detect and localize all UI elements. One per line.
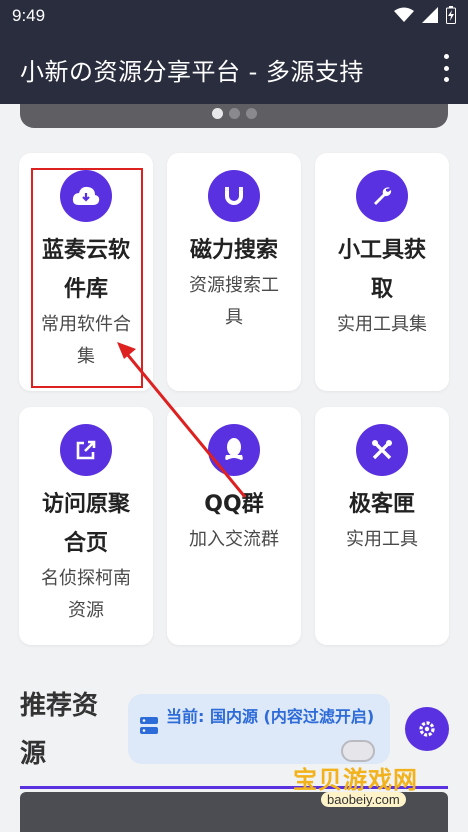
card-title: QQ群 [204,492,264,517]
card-magnet-search[interactable]: 磁力搜索 资源搜索工具 [167,153,301,391]
card-title: 访问原聚合页 [41,492,130,556]
carousel-dot[interactable] [245,108,257,119]
carousel-dot[interactable] [211,108,223,119]
card-title: 小工具获取 [337,238,426,302]
watermark-logo: 宝贝游戏网 baobeiy.com [293,738,443,818]
card-subtitle: 加入交流群 [189,529,279,550]
status-time: 9:49 [12,6,46,25]
qq-icon [208,424,260,476]
tools-icon [356,424,408,476]
card-subtitle: 资源搜索工具 [189,275,279,328]
source-label: 当前: 国内源 (内容过滤开启) [166,707,375,726]
magnet-icon [208,170,260,222]
app-bar: 小新の资源分享平台 - 多源支持 [0,32,468,104]
card-aggregate-page[interactable]: 访问原聚合页 名侦探柯南资源 [19,407,153,645]
server-icon [140,717,158,734]
external-link-icon [60,424,112,476]
gamepad-icon [341,740,375,762]
status-bar: 9:49 [0,0,468,32]
card-subtitle: 名侦探柯南资源 [41,568,131,621]
card-tools[interactable]: 小工具获取 实用工具集 [315,153,449,391]
battery-icon [446,6,456,24]
card-qq-group[interactable]: QQ群 加入交流群 [167,407,301,645]
carousel-indicator [20,108,448,119]
status-icons [394,6,456,24]
gear-icon [419,721,435,737]
banner-carousel[interactable] [20,104,448,128]
card-title: 极客匣 [348,492,415,517]
carousel-dot[interactable] [228,108,240,119]
card-geek-box[interactable]: 极客匣 实用工具 [315,407,449,645]
card-title: 磁力搜索 [189,238,278,263]
more-vert-icon[interactable] [440,54,452,82]
card-subtitle: 实用工具 [346,529,418,550]
card-subtitle: 实用工具集 [337,314,427,335]
annotation-highlight-box [31,168,143,388]
wifi-icon [394,7,414,22]
wrench-icon [356,170,408,222]
watermark-url: baobeiy.com [321,792,406,807]
section-title-recommend: 推荐资源 [20,691,99,769]
watermark-text: 宝贝游戏网 [293,766,418,794]
app-title: 小新の资源分享平台 - 多源支持 [20,58,364,86]
signal-icon [422,7,438,23]
